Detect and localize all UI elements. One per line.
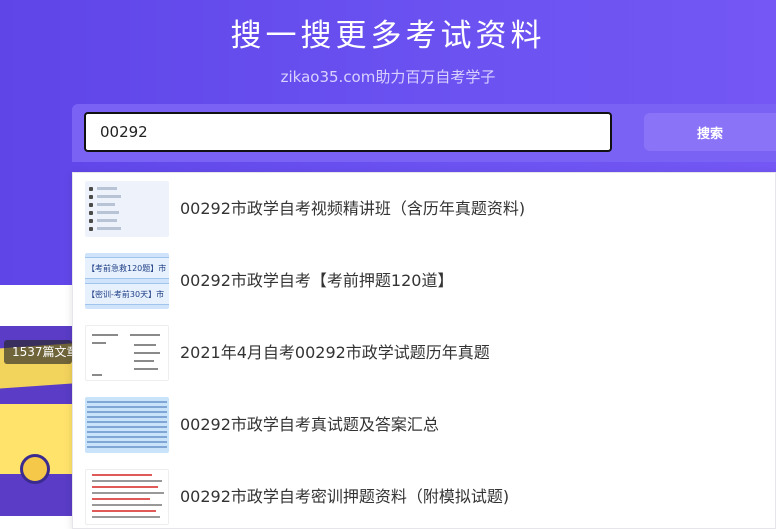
suggestion-item[interactable]: 00292市政学自考视频精讲班（含历年真题资料) xyxy=(73,173,776,245)
suggestion-thumbnail xyxy=(85,181,169,237)
suggestion-thumbnail xyxy=(85,397,169,453)
suggestion-item[interactable]: 2021年4月自考00292市政学试题历年真题 xyxy=(73,317,776,389)
article-count-badge: 1537篇文章 xyxy=(4,340,72,364)
hero-subtitle: zikao35.com助力百万自考学子 xyxy=(280,68,496,86)
suggestion-title: 00292市政学自考密训押题资料（附模拟试题) xyxy=(180,487,510,506)
suggestion-title: 00292市政学自考真试题及答案汇总 xyxy=(180,415,439,434)
suggestion-title: 00292市政学自考【考前押题120道】 xyxy=(180,271,454,290)
thumbnail-label: 【密训-考前30天】市 xyxy=(87,290,165,299)
hero-title: 搜一搜更多考试资料 xyxy=(230,18,546,54)
suggestion-thumbnail xyxy=(85,325,169,381)
suggestion-item[interactable]: 【考前急救120题】市 【密训-考前30天】市 00292市政学自考【考前押题1… xyxy=(73,245,776,317)
suggestion-title: 2021年4月自考00292市政学试题历年真题 xyxy=(180,343,490,362)
suggestion-thumbnail: 【考前急救120题】市 【密训-考前30天】市 xyxy=(85,253,169,309)
suggestion-item[interactable]: 00292市政学自考密训押题资料（附模拟试题) xyxy=(73,461,776,529)
suggestion-title: 00292市政学自考视频精讲班（含历年真题资料) xyxy=(180,199,526,218)
suggestion-item[interactable]: 00292市政学自考真试题及答案汇总 xyxy=(73,389,776,461)
search-suggestions-dropdown: 00292市政学自考视频精讲班（含历年真题资料) 【考前急救120题】市 【密训… xyxy=(72,172,776,529)
card-art-circle xyxy=(20,454,50,484)
thumbnail-label: 【考前急救120题】市 xyxy=(87,264,167,273)
suggestion-thumbnail xyxy=(85,469,169,525)
search-input[interactable] xyxy=(84,112,612,152)
search-button[interactable]: 搜索 xyxy=(644,113,776,151)
